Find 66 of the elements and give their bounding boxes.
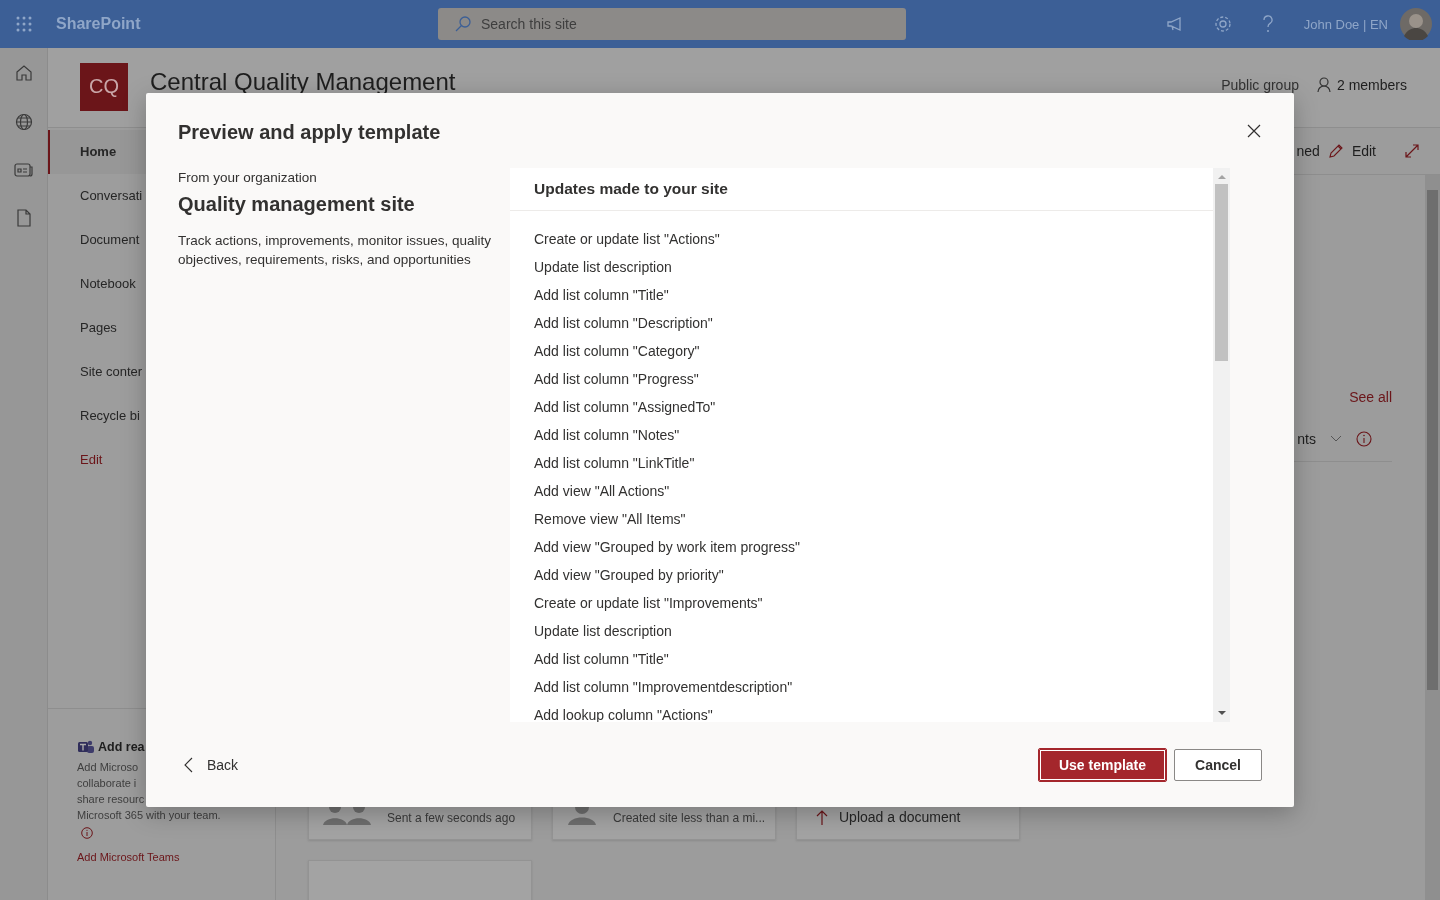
update-item: Add list column "LinkTitle" <box>534 454 695 473</box>
privacy-label: Public group <box>1221 76 1299 93</box>
members-count[interactable]: 2 members <box>1336 76 1407 93</box>
update-item: Add view "Grouped by priority" <box>534 566 724 585</box>
chevron-down-icon[interactable] <box>1330 435 1342 443</box>
card-text: Upload a document <box>839 809 961 825</box>
megaphone-icon[interactable] <box>1165 17 1184 31</box>
site-title[interactable]: Central Quality Management <box>150 67 456 96</box>
update-item: Add view "Grouped by work item progress" <box>534 538 800 557</box>
app-launcher-icon[interactable] <box>16 16 32 32</box>
home-icon[interactable] <box>14 64 33 82</box>
add-teams-link[interactable]: Add Microsoft Teams <box>77 851 180 863</box>
globe-icon[interactable] <box>14 113 33 131</box>
teams-text-line: share resourc <box>77 792 145 807</box>
teams-title: Add rea <box>98 740 145 754</box>
person-icon <box>1316 76 1331 93</box>
site-logo[interactable]: CQ <box>80 62 128 111</box>
updates-heading: Updates made to your site <box>510 168 1213 211</box>
update-item: Add list column "AssignedTo" <box>534 398 716 417</box>
update-item: Update list description <box>534 622 672 641</box>
update-item: Add list column "Progress" <box>534 370 699 389</box>
info-icon[interactable] <box>1356 431 1372 447</box>
edit-link[interactable]: Edit <box>48 438 103 482</box>
search-field[interactable]: Search this site <box>438 8 906 40</box>
update-item: Add lookup column "Actions" <box>534 706 713 722</box>
template-source: From your organization <box>178 170 318 185</box>
dialog-title: Preview and apply template <box>178 120 441 144</box>
card-text: Created site less than a mi... <box>613 811 766 825</box>
update-item: Add list column "Title" <box>534 286 669 305</box>
update-item: Add list column "Title" <box>534 650 669 669</box>
close-icon[interactable] <box>1247 123 1261 138</box>
settings-icon[interactable] <box>1213 15 1232 33</box>
teams-icon <box>77 739 95 755</box>
use-template-button[interactable]: Use template <box>1038 748 1167 781</box>
cancel-button[interactable]: Cancel <box>1174 748 1262 781</box>
avatar[interactable] <box>1400 8 1432 40</box>
update-item: Create or update list "Improvements" <box>534 594 763 613</box>
pencil-icon[interactable] <box>1327 143 1344 159</box>
edit-button[interactable]: Edit <box>1351 143 1376 159</box>
update-item: Add list column "Notes" <box>534 426 680 445</box>
update-item: Update list description <box>534 258 672 277</box>
template-name: Quality management site <box>178 193 416 216</box>
file-icon[interactable] <box>15 209 32 227</box>
teams-text-line: Add Microso <box>77 760 139 775</box>
see-all-link[interactable]: See all <box>1349 389 1392 405</box>
chevron-left-icon <box>184 756 193 773</box>
list-scrollbar[interactable] <box>1213 168 1230 722</box>
page-scrollbar[interactable] <box>1425 175 1440 900</box>
card-text: Sent a few seconds ago <box>387 811 516 825</box>
info-icon[interactable] <box>81 827 93 839</box>
filter-dropdown[interactable]: nts <box>1297 431 1316 447</box>
update-item: Add list column "Improvementdescription" <box>534 678 793 697</box>
update-item: Add view "All Actions" <box>534 482 670 501</box>
update-item: Remove view "All Items" <box>534 510 686 529</box>
update-item: Create or update list "Actions" <box>534 230 720 249</box>
help-icon[interactable] <box>1261 15 1274 33</box>
back-button[interactable]: Back <box>184 756 239 773</box>
expand-icon[interactable] <box>1404 143 1420 159</box>
command-text[interactable]: ned <box>1296 143 1320 159</box>
search-icon <box>454 15 472 33</box>
update-item: Add list column "Description" <box>534 314 713 333</box>
update-item: Add list column "Category" <box>534 342 700 361</box>
teams-text-line: Microsoft 365 with your team. <box>77 808 221 823</box>
news-icon[interactable] <box>13 162 34 178</box>
upload-icon <box>815 809 829 825</box>
template-description: Track actions, improvements, monitor issues, quality objectives, requirements, risks, and opportunities <box>178 232 493 269</box>
